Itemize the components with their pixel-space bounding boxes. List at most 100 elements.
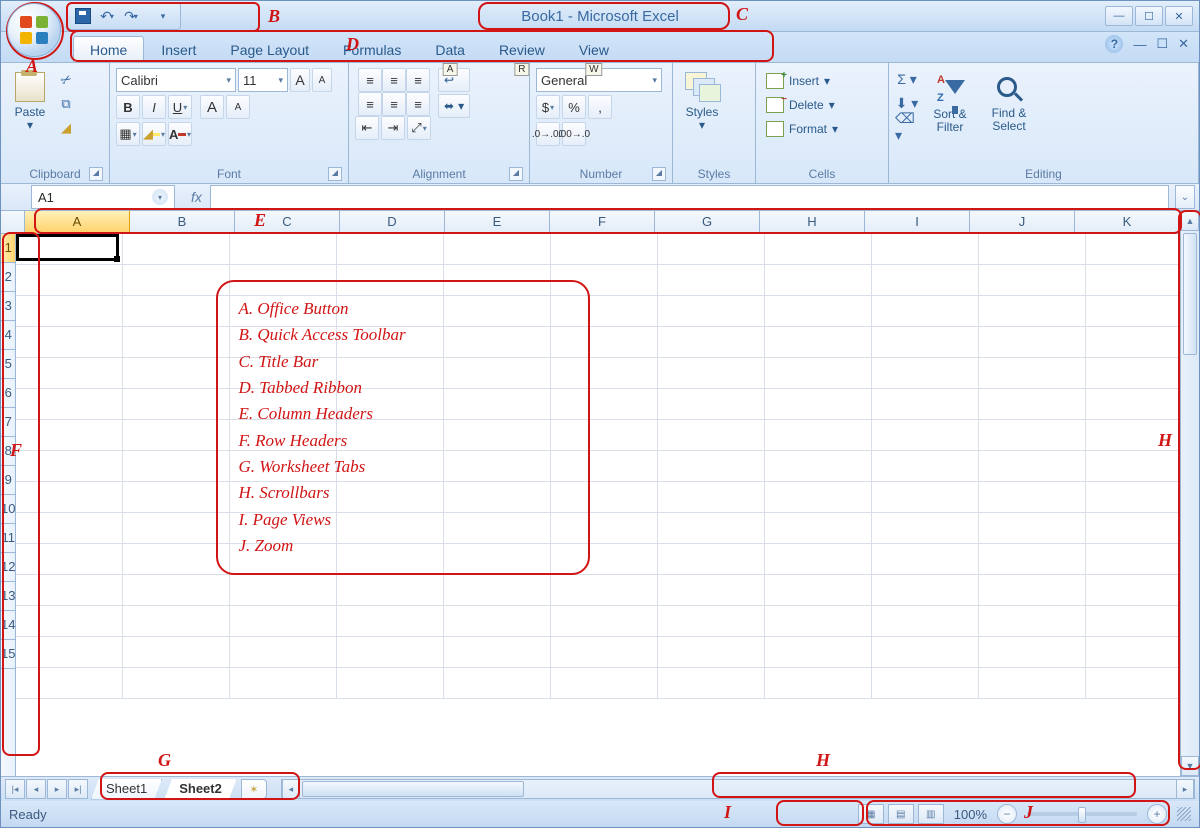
prev-sheet-button[interactable]: ◂ (26, 779, 46, 799)
dialog-launcher[interactable]: ◢ (509, 167, 523, 181)
column-header[interactable]: H (760, 211, 865, 233)
dialog-launcher[interactable]: ◢ (652, 167, 666, 181)
page-layout-view-button[interactable]: ▤ (888, 804, 914, 824)
column-header[interactable]: F (550, 211, 655, 233)
shrink-font-button[interactable]: A (312, 68, 332, 92)
horizontal-scroll-thumb[interactable] (302, 781, 524, 797)
tab-page-layout[interactable]: Page Layout (213, 36, 326, 62)
accounting-button[interactable]: $▾ (536, 95, 560, 119)
minimize-ribbon-button[interactable]: — (1133, 37, 1146, 52)
scroll-up-button[interactable]: ▲ (1181, 211, 1199, 231)
scroll-down-button[interactable]: ▼ (1181, 756, 1199, 776)
row-header[interactable]: 9 (1, 466, 15, 495)
italic-button[interactable]: I (142, 95, 166, 119)
grow-font2-button[interactable]: A (200, 95, 224, 119)
restore-ribbon-button[interactable]: ☐ (1156, 36, 1168, 52)
align-bottom-button[interactable]: ≡ (406, 68, 430, 92)
column-header[interactable]: B (130, 211, 235, 233)
bold-button[interactable]: B (116, 95, 140, 119)
format-painter-button[interactable]: ◢ (56, 118, 76, 138)
comma-button[interactable]: , (588, 95, 612, 119)
tab-review[interactable]: ReviewR (482, 36, 562, 62)
expand-formula-bar[interactable]: ⌄ (1175, 185, 1195, 209)
shrink-font2-button[interactable]: A (226, 95, 250, 119)
increase-decimal-button[interactable]: .0→.00 (536, 122, 560, 146)
new-sheet-button[interactable]: ✶ (241, 779, 267, 799)
align-middle-button[interactable]: ≡ (382, 68, 406, 92)
paste-button[interactable]: Paste▾ (7, 66, 53, 138)
row-header[interactable]: 7 (1, 408, 15, 437)
close-button[interactable]: ✕ (1165, 6, 1193, 26)
styles-button[interactable]: Styles▾ (679, 66, 725, 138)
horizontal-scrollbar[interactable]: ◂ ▸ (281, 779, 1195, 799)
scroll-right-button[interactable]: ▸ (1176, 779, 1194, 799)
decrease-decimal-button[interactable]: .00→.0 (562, 122, 586, 146)
row-header[interactable]: 11 (1, 524, 15, 553)
undo-button[interactable]: ↶▾ (96, 6, 118, 26)
column-header[interactable]: C (235, 211, 340, 233)
row-header[interactable]: 15 (1, 640, 15, 669)
minimize-button[interactable]: — (1105, 6, 1133, 26)
scroll-left-button[interactable]: ◂ (282, 779, 300, 799)
row-header[interactable]: 10 (1, 495, 15, 524)
row-header[interactable]: 14 (1, 611, 15, 640)
delete-cells-button[interactable]: Delete ▾ (762, 94, 842, 116)
maximize-button[interactable]: ☐ (1135, 6, 1163, 26)
row-header[interactable]: 13 (1, 582, 15, 611)
row-header[interactable]: 3 (1, 292, 15, 321)
format-cells-button[interactable]: Format ▾ (762, 118, 842, 140)
cut-button[interactable]: ✂ (56, 70, 76, 90)
redo-button[interactable]: ↷▾ (120, 6, 142, 26)
clear-button[interactable]: ⌫ ▾ (895, 116, 919, 138)
orientation-button[interactable]: ⤢▾ (407, 116, 431, 140)
insert-cells-button[interactable]: Insert ▾ (762, 70, 842, 92)
name-box[interactable]: A1▾ (31, 185, 175, 209)
borders-button[interactable]: ▦▾ (116, 122, 140, 146)
normal-view-button[interactable]: ▦ (858, 804, 884, 824)
sheet-tab[interactable]: Sheet1 (91, 779, 162, 800)
percent-button[interactable]: % (562, 95, 586, 119)
tab-formulas[interactable]: Formulas (326, 36, 418, 62)
align-right-button[interactable]: ≡ (406, 92, 430, 116)
column-header[interactable]: I (865, 211, 970, 233)
select-all-button[interactable] (1, 211, 25, 233)
merge-center-button[interactable]: ⬌▾ (438, 94, 470, 118)
find-select-button[interactable]: Find & Select (981, 68, 1037, 140)
grow-font-button[interactable]: A (290, 68, 310, 92)
fill-color-button[interactable]: ◢▾ (142, 122, 166, 146)
decrease-indent-button[interactable]: ⇤ (355, 116, 379, 140)
column-header[interactable]: J (970, 211, 1075, 233)
page-break-view-button[interactable]: ▥ (918, 804, 944, 824)
align-center-button[interactable]: ≡ (382, 92, 406, 116)
row-header[interactable]: 6 (1, 379, 15, 408)
copy-button[interactable]: ⧉ (56, 94, 76, 114)
zoom-out-button[interactable]: − (997, 804, 1017, 824)
close-workbook-button[interactable]: ✕ (1178, 36, 1189, 52)
sort-filter-button[interactable]: Sort & Filter (922, 68, 978, 140)
align-left-button[interactable]: ≡ (358, 92, 382, 116)
increase-indent-button[interactable]: ⇥ (381, 116, 405, 140)
underline-button[interactable]: U▾ (168, 95, 192, 119)
last-sheet-button[interactable]: ▸| (68, 779, 88, 799)
row-header[interactable]: 5 (1, 350, 15, 379)
row-header[interactable]: 1 (1, 234, 15, 263)
save-button[interactable] (72, 6, 94, 26)
resize-grip[interactable] (1177, 807, 1191, 821)
vertical-scroll-thumb[interactable] (1183, 233, 1197, 355)
column-header[interactable]: K (1075, 211, 1180, 233)
tab-home[interactable]: Home (73, 36, 144, 62)
dialog-launcher[interactable]: ◢ (328, 167, 342, 181)
zoom-in-button[interactable]: + (1147, 804, 1167, 824)
cells-grid[interactable]: A. Office Button B. Quick Access Toolbar… (16, 234, 1180, 776)
next-sheet-button[interactable]: ▸ (47, 779, 67, 799)
row-header[interactable]: 4 (1, 321, 15, 350)
fx-button[interactable]: fx (183, 189, 210, 205)
column-header[interactable]: E (445, 211, 550, 233)
sheet-tab[interactable]: Sheet2 (164, 779, 237, 800)
first-sheet-button[interactable]: |◂ (5, 779, 25, 799)
font-name-combo[interactable]: Calibri▾ (116, 68, 236, 92)
autosum-button[interactable]: Σ ▾ (895, 68, 919, 90)
row-header[interactable]: 2 (1, 263, 15, 292)
help-button[interactable]: ? (1105, 35, 1123, 53)
font-color-button[interactable]: A▾ (168, 122, 192, 146)
